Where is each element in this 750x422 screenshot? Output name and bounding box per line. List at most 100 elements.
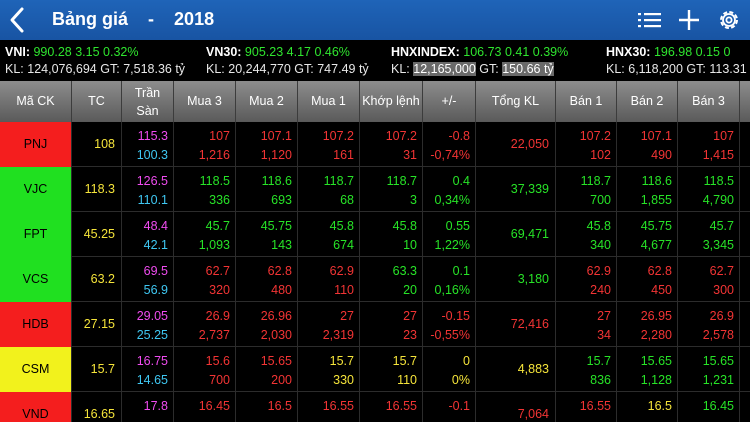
mua2-top-value: 15.65 [260,354,292,368]
col-tran-label: Trần [134,86,161,100]
table-row[interactable]: VND 16.65 17.8 16.45 16.5 16.55 16.55 -0.1 7,064… [0,392,750,422]
mua3-cell: 16.45 [174,392,236,422]
list-icon[interactable] [637,8,663,32]
mua2-cell: 62.8 480 [236,257,298,302]
plus-icon[interactable] [676,8,702,32]
pm-bottom-value: -0,74% [430,148,470,162]
khop-cell: 63.3 20 [360,257,423,302]
ban3-top-value: 15.65 [702,354,734,368]
symbol-cell[interactable]: VCS [0,257,72,302]
pm-top-value: 0.4 [452,174,470,188]
ban1-cell: 15.7 836 [556,347,617,392]
table-row[interactable]: VCS 63.2 69.5 56.9 62.7 320 62.8 480 62.9 110 63.3… [0,257,750,302]
table-row[interactable]: CSM 15.7 16.75 14.65 15.6 700 15.65 200 15.7 330 1… [0,347,750,392]
mua1-top-value: 118.7 [323,174,354,188]
mua1-top-value: 45.8 [329,219,354,233]
mua2-top-value: 62.8 [267,264,292,278]
pm-bottom-value: 1,22% [434,238,470,252]
mua1-top-value: 27 [340,309,354,323]
ban1-top-value: 62.9 [586,264,611,278]
ban3-bottom-value: 3,345 [702,238,734,252]
col-ma-ck[interactable]: Mã CK [0,81,72,122]
khop-top-value: 107.2 [385,129,417,143]
ref-price-cell: 27.15 [72,302,122,347]
khop-bottom-value: 10 [403,238,417,252]
ban1-top-value: 45.8 [586,219,611,233]
total-volume-cell: 37,339 [476,167,556,212]
ban3-bottom-value: 1,231 [702,373,734,387]
ban3-cell: 45.7 3,345 [678,212,740,257]
mua3-cell: 45.7 1,093 [174,212,236,257]
ban1-cell: 45.8 340 [556,212,617,257]
ban2-top-value: 107.1 [640,129,672,143]
mua2-top-value: 107.1 [260,129,292,143]
ts-top-value: 17.8 [143,399,168,413]
symbol-cell[interactable]: VND [0,392,72,422]
symbol-cell[interactable]: PNJ [0,122,72,167]
ref-price-cell: 63.2 [72,257,122,302]
ban2-cell: 15.65 1,128 [617,347,678,392]
symbol-cell[interactable]: FPT [0,212,72,257]
ban1-cell: 16.55 [556,392,617,422]
index-hnx30: HNX30: 196.98 0.15 0 KL: 6,118,200 GT: 1… [606,45,747,76]
khop-top-value: 63.3 [392,264,417,278]
col-ban3[interactable]: Bán 3 [678,81,740,122]
col-mua1[interactable]: Mua 1 [298,81,360,122]
ban3-bottom-value: 4,790 [702,193,734,207]
mua3-top-value: 62.7 [205,264,230,278]
ts-top-value: 115.3 [137,129,168,143]
col-tong-kl[interactable]: Tổng KL [476,81,556,122]
symbol-cell[interactable]: VJC [0,167,72,212]
ban2-bottom-value: 490 [651,148,672,162]
ts-bottom-value: 14.65 [136,373,168,387]
ban1-top-value: 107.2 [579,129,611,143]
back-chevron-icon[interactable] [6,6,28,34]
mua3-top-value: 15.6 [205,354,230,368]
ref-price-cell: 45.25 [72,212,122,257]
khop-cell: 27 23 [360,302,423,347]
pm-cell: 0.1 0,16% [423,257,476,302]
ban1-bottom-value: 340 [590,238,611,252]
col-mua3[interactable]: Mua 3 [174,81,236,122]
gear-icon[interactable] [716,8,742,32]
symbol-cell[interactable]: CSM [0,347,72,392]
ban2-cell: 16.5 [617,392,678,422]
ts-top-value: 29.05 [136,309,168,323]
mua3-cell: 26.9 2,737 [174,302,236,347]
mua1-cell: 15.7 330 [298,347,360,392]
ban2-bottom-value: 1,128 [640,373,672,387]
table-row[interactable]: FPT 45.25 48.4 42.1 45.7 1,093 45.75 143 45.8 674… [0,212,750,257]
symbol-cell[interactable]: HDB [0,302,72,347]
khop-bottom-value: 31 [403,148,417,162]
col-khop-lenh[interactable]: Khớp lệnh [360,81,423,122]
ban3-cell: 107 1,415 [678,122,740,167]
khop-top-value: 45.8 [392,219,417,233]
ban2-cell: 26.95 2,280 [617,302,678,347]
col-mua2[interactable]: Mua 2 [236,81,298,122]
table-row[interactable]: VJC 118.3 126.5 110.1 118.5 336 118.6 693 118.7 6… [0,167,750,212]
col-ban1[interactable]: Bán 1 [556,81,617,122]
mua3-top-value: 118.5 [199,174,230,188]
mua2-top-value: 26.96 [260,309,292,323]
ts-cell: 29.05 25.25 [122,302,174,347]
total-volume-cell: 7,064 [476,392,556,422]
ts-cell: 115.3 100.3 [122,122,174,167]
khop-bottom-value: 3 [410,193,417,207]
mua3-bottom-value: 336 [209,193,230,207]
mua1-cell: 27 2,319 [298,302,360,347]
mua1-top-value: 15.7 [329,354,354,368]
col-ban2[interactable]: Bán 2 [617,81,678,122]
ban2-top-value: 118.6 [641,174,672,188]
table-row[interactable]: HDB 27.15 29.05 25.25 26.9 2,737 26.96 2,030 27 2… [0,302,750,347]
col-tc[interactable]: TC [72,81,122,122]
table-row[interactable]: PNJ 108 115.3 100.3 107 1,216 107.1 1,120 107.2 1… [0,122,750,167]
page-title: Bảng giá - 2018 [52,9,215,29]
ref-price-cell: 108 [72,122,122,167]
mua2-cell: 15.65 200 [236,347,298,392]
ban3-cell: 26.9 2,578 [678,302,740,347]
total-volume-cell: 3,180 [476,257,556,302]
ban2-bottom-value: 1,855 [640,193,672,207]
col-change[interactable]: +/- [423,81,476,122]
pm-bottom-value: 0% [451,373,470,387]
col-tran-san[interactable]: Trần Sàn [122,81,174,122]
